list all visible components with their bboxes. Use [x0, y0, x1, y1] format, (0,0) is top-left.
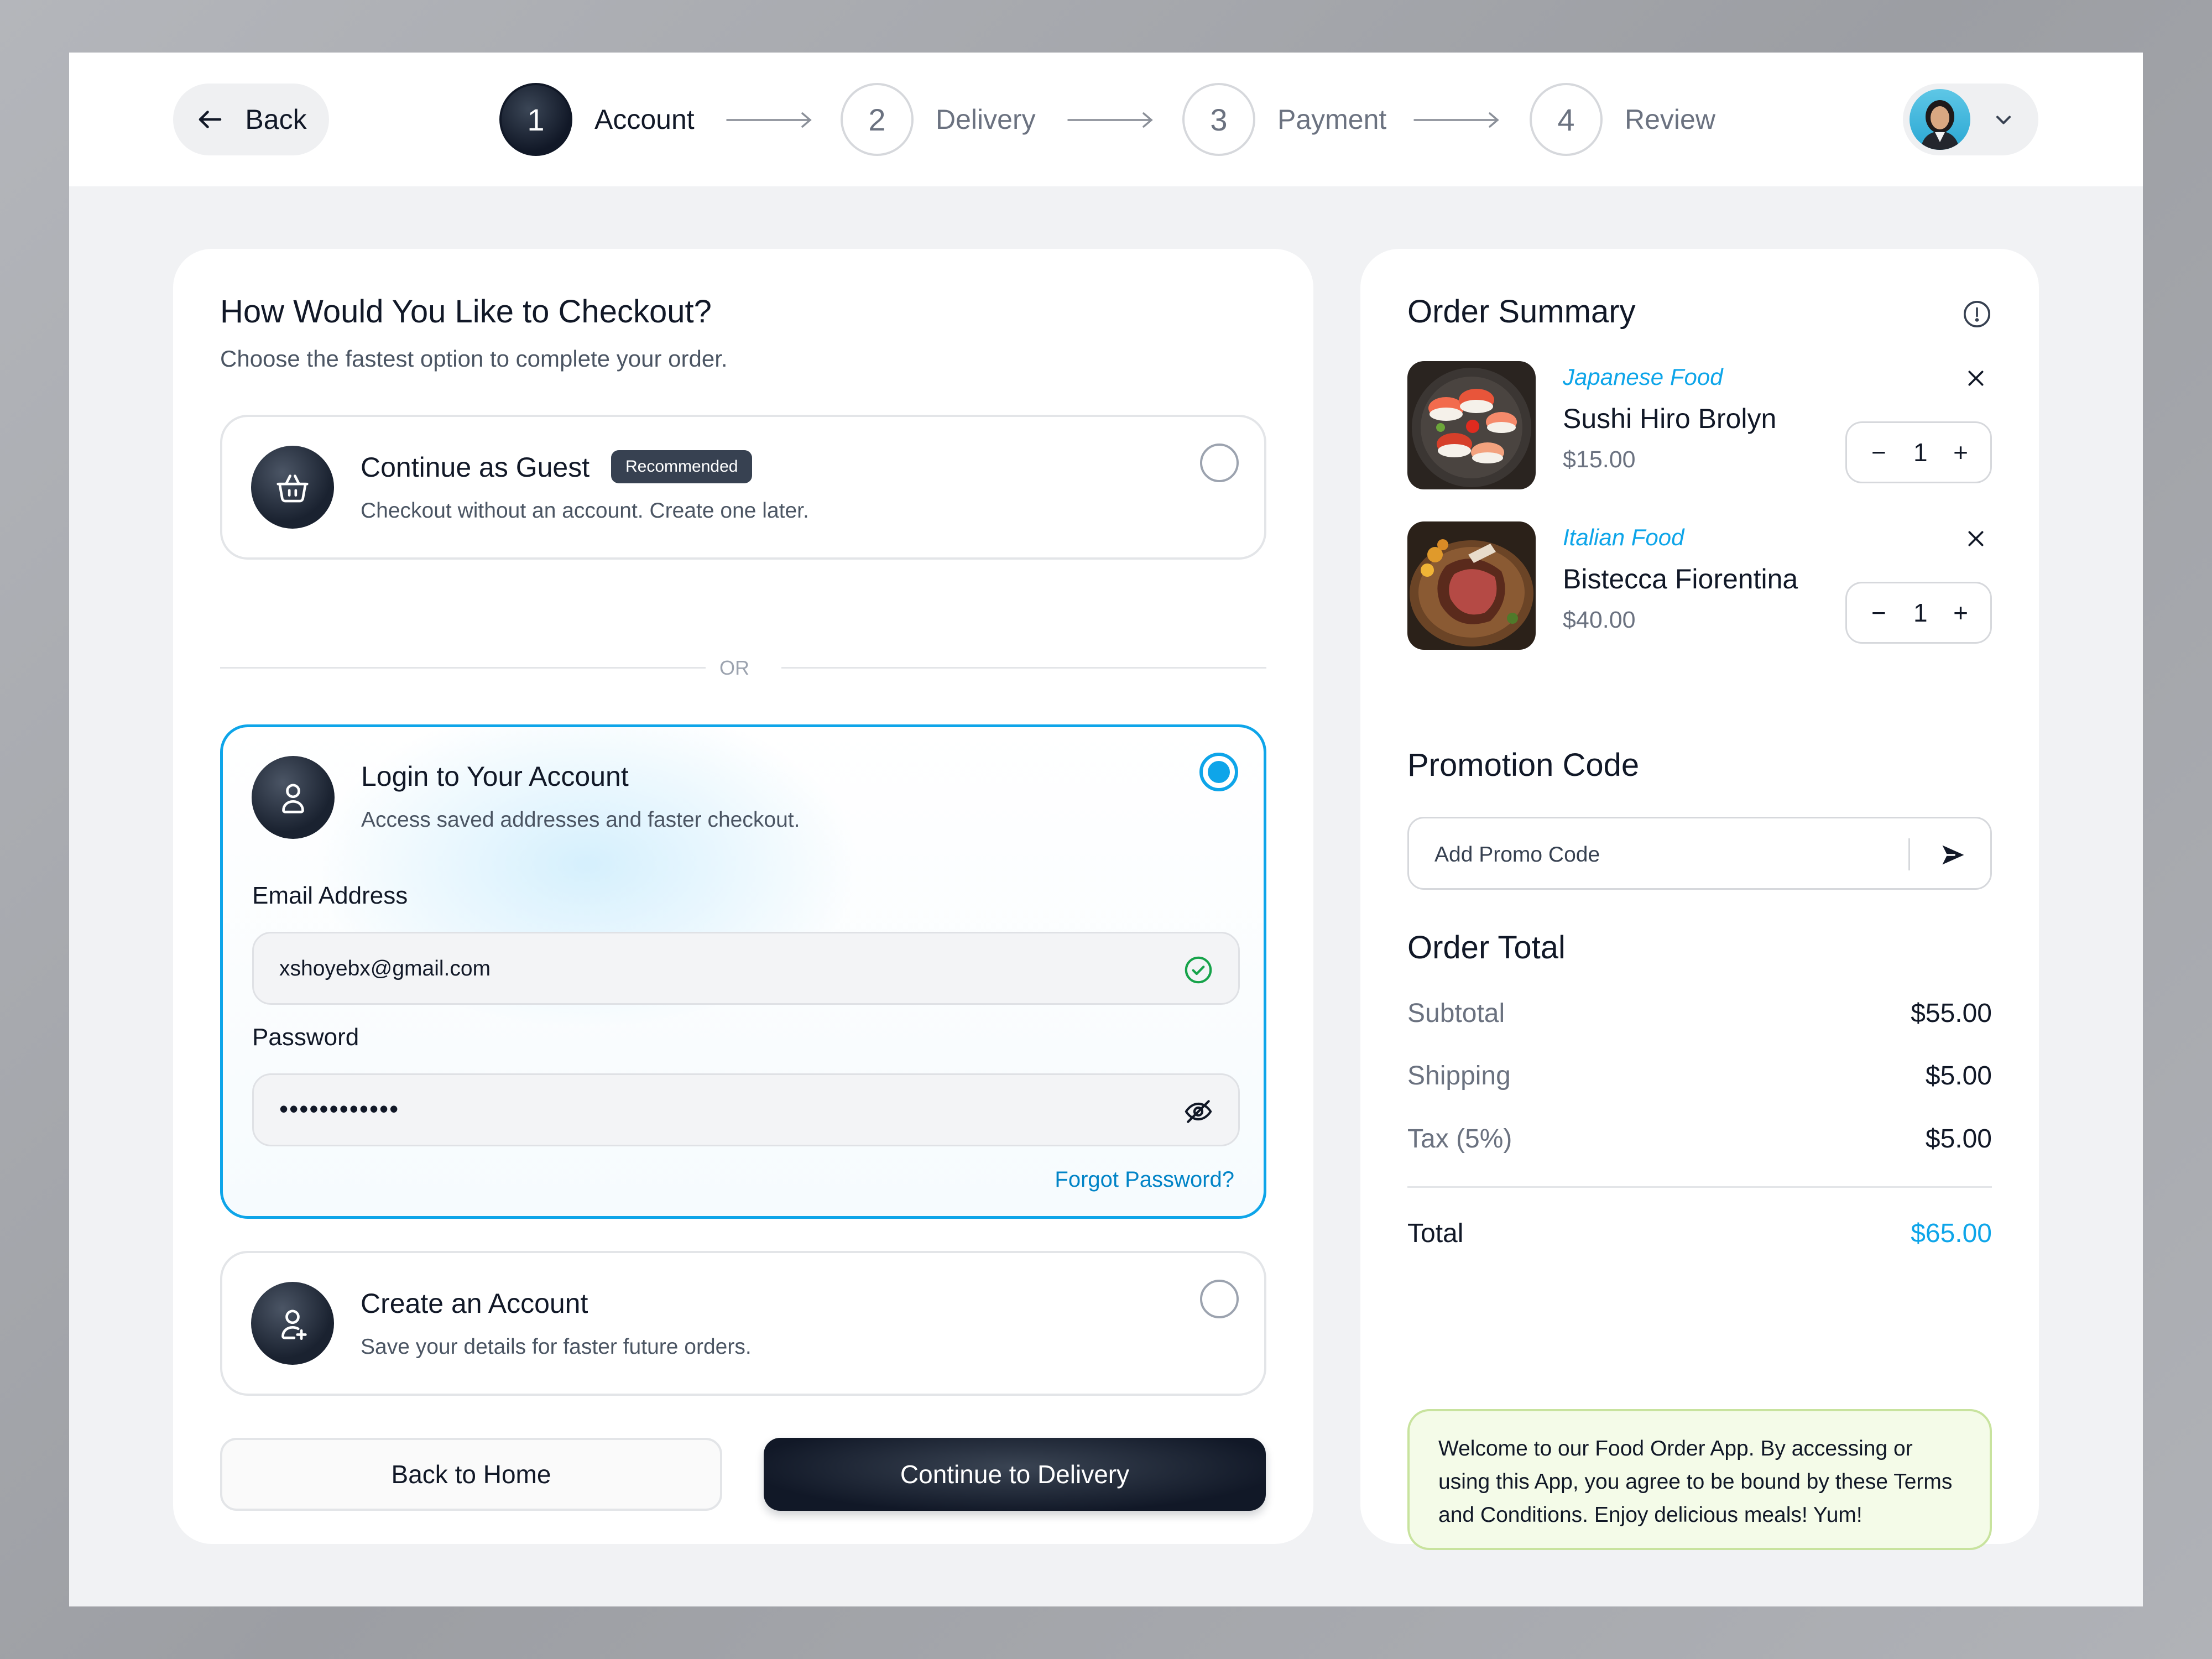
create-account-radio[interactable] [1200, 1280, 1239, 1318]
chevron-down-icon [1996, 116, 2011, 124]
guest-radio[interactable] [1200, 444, 1239, 482]
step-label: Account [594, 104, 695, 135]
arrow-right-icon [1413, 112, 1499, 128]
app-window: Back 1 Account 2 Delivery 3 Payment 4 Re… [69, 53, 2143, 1606]
plus-icon[interactable]: + [1953, 598, 1968, 628]
back-button[interactable]: Back [173, 84, 329, 155]
step-account[interactable]: 1 Account [499, 83, 695, 156]
steak-image [1407, 521, 1536, 650]
order-summary-card: Order Summary Japanese Food Sushi Hiro B… [1360, 249, 2039, 1550]
user-add-icon [251, 1282, 334, 1365]
guest-title: Continue as Guest [361, 452, 590, 483]
arrow-left-icon [199, 111, 222, 128]
tax-label: Tax (5%) [1407, 1124, 1512, 1154]
tax-value: $5.00 [1925, 1124, 1992, 1154]
eye-off-icon[interactable] [1183, 1096, 1214, 1127]
create-account-title: Create an Account [361, 1288, 588, 1319]
subtotal-label: Subtotal [1407, 999, 1505, 1028]
close-icon[interactable] [1965, 528, 1987, 550]
step-number: 1 [499, 83, 572, 156]
basket-icon [251, 446, 334, 529]
login-option[interactable]: Login to Your Account Access saved addre… [220, 724, 1266, 1219]
step-label: Payment [1277, 104, 1387, 135]
back-to-home-button[interactable]: Back to Home [220, 1438, 722, 1511]
item-price: $40.00 [1563, 607, 1636, 633]
forgot-password-link[interactable]: Forgot Password? [1055, 1167, 1234, 1192]
promo-placeholder: Add Promo Code [1434, 843, 1600, 867]
quantity-value: 1 [1913, 598, 1928, 627]
step-label: Review [1625, 104, 1715, 135]
user-icon [252, 756, 335, 839]
minus-icon[interactable]: − [1871, 598, 1886, 628]
continue-to-delivery-button[interactable]: Continue to Delivery [764, 1438, 1266, 1511]
user-menu[interactable] [1903, 84, 2038, 155]
order-total-title: Order Total [1407, 930, 1566, 966]
item-name: Sushi Hiro Brolyn [1563, 403, 1777, 434]
check-circle-icon [1185, 956, 1212, 984]
arrow-right-icon [1067, 112, 1153, 128]
guest-desc: Checkout without an account. Create one … [361, 499, 809, 523]
password-label: Password [252, 1024, 359, 1051]
promo-divider [1908, 838, 1910, 870]
login-desc: Access saved addresses and faster checko… [361, 808, 800, 832]
sushi-image [1407, 361, 1536, 489]
send-icon[interactable] [1939, 841, 1968, 869]
create-account-desc: Save your details for faster future orde… [361, 1335, 752, 1359]
divider [781, 667, 1266, 669]
promotion-title: Promotion Code [1407, 747, 1640, 783]
step-delivery[interactable]: 2 Delivery [841, 83, 1036, 156]
login-title: Login to Your Account [361, 761, 629, 792]
quantity-stepper[interactable]: − 1 + [1845, 421, 1992, 483]
quantity-stepper[interactable]: − 1 + [1845, 582, 1992, 644]
checkout-title: How Would You Like to Checkout? [220, 294, 712, 330]
total-value: $65.00 [1911, 1219, 1992, 1248]
step-label: Delivery [936, 104, 1036, 135]
divider [220, 667, 706, 669]
promo-code-input[interactable]: Add Promo Code [1407, 817, 1992, 890]
step-review[interactable]: 4 Review [1530, 83, 1715, 156]
minus-icon[interactable]: − [1871, 437, 1886, 467]
back-label: Back [245, 104, 307, 135]
shipping-label: Shipping [1407, 1061, 1511, 1091]
checkout-subtitle: Choose the fastest option to complete yo… [220, 346, 728, 372]
login-radio[interactable] [1199, 753, 1238, 791]
shipping-value: $5.00 [1925, 1061, 1992, 1091]
step-number: 2 [841, 83, 914, 156]
avatar [1910, 89, 1970, 150]
item-category: Japanese Food [1563, 364, 1723, 390]
recommended-badge: Recommended [611, 450, 753, 483]
info-icon[interactable] [1961, 299, 1992, 330]
item-price: $15.00 [1563, 446, 1636, 473]
step-number: 4 [1530, 83, 1603, 156]
quantity-value: 1 [1913, 438, 1928, 467]
terms-notice: Welcome to our Food Order App. By access… [1407, 1409, 1992, 1550]
password-field[interactable]: •••••••••••• [252, 1073, 1240, 1146]
arrow-right-icon [726, 112, 812, 128]
step-number: 3 [1182, 83, 1255, 156]
guest-option[interactable]: Continue as Guest Recommended Checkout w… [220, 415, 1266, 560]
email-value: xshoyebx@gmail.com [279, 957, 491, 980]
plus-icon[interactable]: + [1953, 437, 1968, 467]
create-account-option[interactable]: Create an Account Save your details for … [220, 1251, 1266, 1396]
order-summary-title: Order Summary [1407, 294, 1636, 330]
email-label: Email Address [252, 882, 408, 909]
item-name: Bistecca Fiorentina [1563, 564, 1798, 594]
item-category: Italian Food [1563, 524, 1684, 550]
total-label: Total [1407, 1219, 1464, 1248]
or-label: OR [719, 656, 749, 679]
password-value: •••••••••••• [279, 1094, 400, 1123]
close-icon[interactable] [1965, 367, 1987, 389]
checkout-card: How Would You Like to Checkout? Choose t… [173, 249, 1313, 1544]
divider [1407, 1186, 1992, 1188]
email-field[interactable]: xshoyebx@gmail.com [252, 932, 1240, 1005]
step-payment[interactable]: 3 Payment [1182, 83, 1386, 156]
subtotal-value: $55.00 [1911, 999, 1992, 1028]
top-bar: Back 1 Account 2 Delivery 3 Payment 4 Re… [69, 53, 2143, 186]
